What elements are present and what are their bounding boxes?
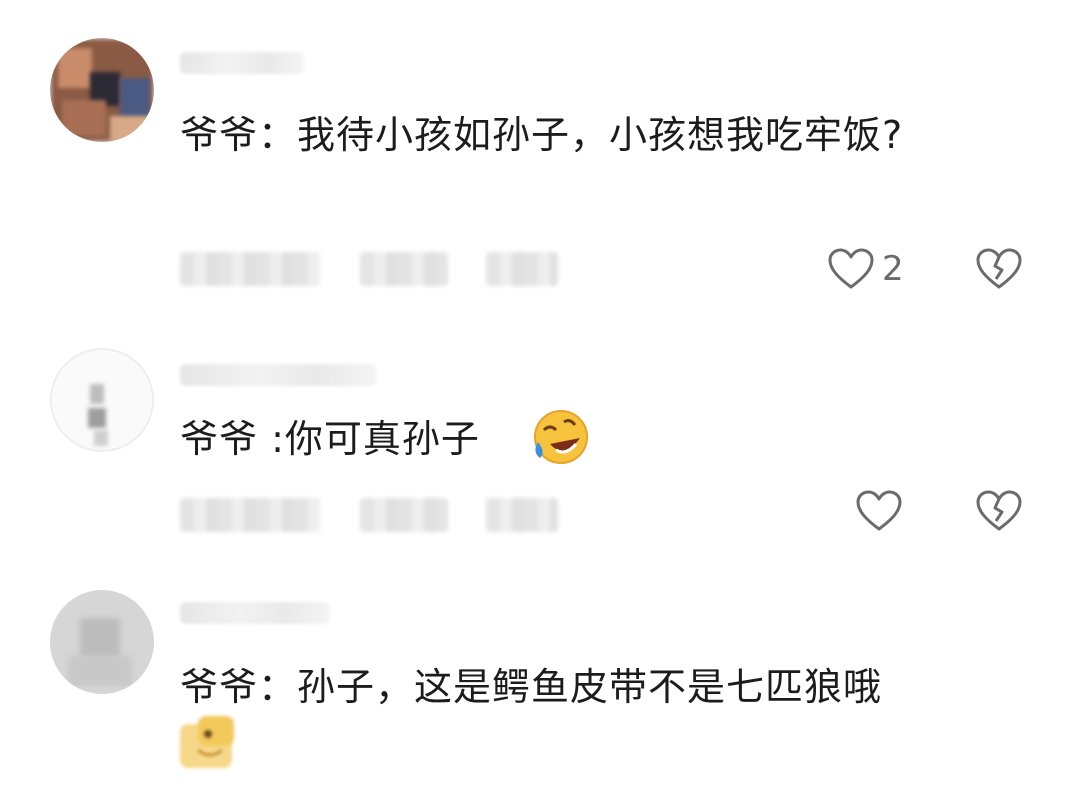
username-blurred[interactable] <box>180 52 304 74</box>
avatar[interactable] <box>50 38 154 142</box>
avatar[interactable] <box>50 590 154 694</box>
blurred-smile-emoji <box>180 716 234 768</box>
like-count: 2 <box>882 249 904 289</box>
comment-item: 爷爷：我待小孩如孙子，小孩想我吃牢饭? 2 <box>0 0 1080 320</box>
broken-heart-icon <box>976 490 1022 531</box>
comment-item: 爷爷 :你可真孙子 <box>0 320 1080 570</box>
dislike-button[interactable] <box>976 490 1022 532</box>
heart-outline-icon <box>856 490 902 531</box>
comment-meta-blurred <box>180 498 580 532</box>
avatar[interactable] <box>50 348 154 452</box>
comment-text: 爷爷：孙子，这是鳄鱼皮带不是七匹狼哦 <box>180 665 883 709</box>
username-blurred[interactable] <box>180 364 376 386</box>
comment-text-content: 爷爷 :你可真孙子 <box>180 417 480 461</box>
broken-heart-icon <box>976 248 1022 289</box>
heart-outline-icon <box>828 248 874 289</box>
username-blurred[interactable] <box>180 602 330 624</box>
like-button[interactable]: 2 <box>828 248 904 290</box>
comment-meta-blurred <box>180 252 580 286</box>
like-button[interactable] <box>856 490 902 532</box>
rolling-on-floor-laughing-emoji <box>534 410 588 464</box>
dislike-button[interactable] <box>976 248 1022 290</box>
comment-text: 爷爷 :你可真孙子 <box>180 408 1000 470</box>
comment-text: 爷爷：我待小孩如孙子，小孩想我吃牢饭? <box>180 113 904 157</box>
comment-item: 爷爷：孙子，这是鳄鱼皮带不是七匹狼哦 <box>0 570 1080 789</box>
